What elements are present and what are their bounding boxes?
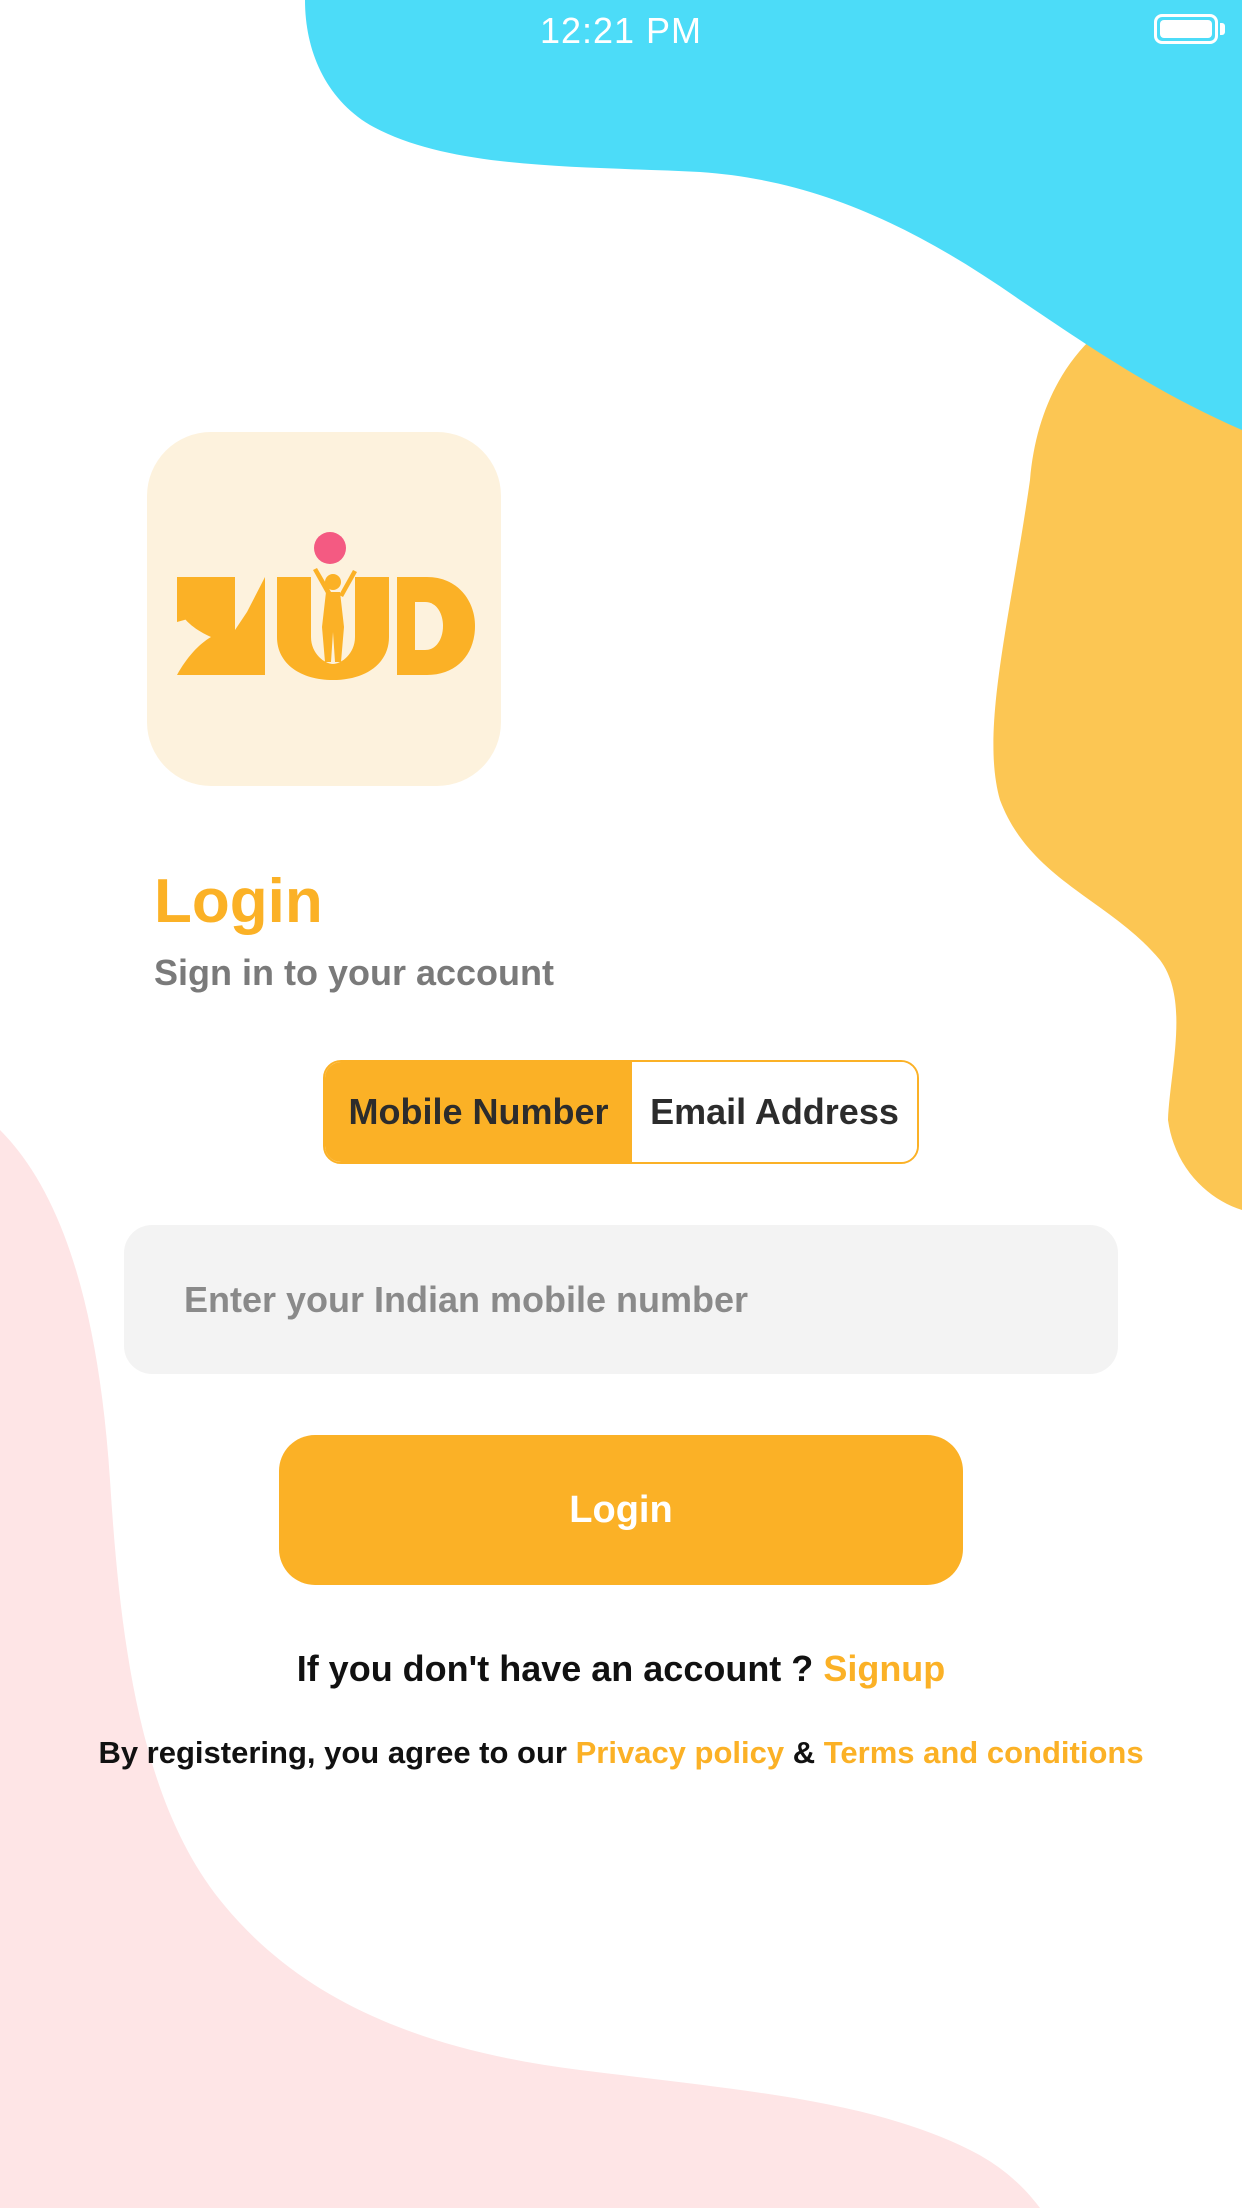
page-title: Login bbox=[154, 867, 323, 936]
tab-email-address[interactable]: Email Address bbox=[632, 1062, 917, 1162]
terms-ampersand: & bbox=[792, 1735, 816, 1770]
terms-prefix-text: By registering, you agree to our bbox=[98, 1735, 567, 1770]
login-button[interactable]: Login bbox=[279, 1435, 963, 1585]
status-time: 12:21 PM bbox=[539, 10, 703, 51]
terms-and-conditions-link[interactable]: Terms and conditions bbox=[824, 1735, 1144, 1770]
privacy-policy-link[interactable]: Privacy policy bbox=[576, 1735, 785, 1770]
status-bar: 12:21 PM bbox=[0, 0, 1242, 62]
battery-icon bbox=[1154, 14, 1218, 44]
tab-mobile-number[interactable]: Mobile Number bbox=[325, 1062, 632, 1162]
battery-fill bbox=[1160, 20, 1212, 38]
terms-line: By registering, you agree to our Privacy… bbox=[0, 1735, 1242, 1771]
signup-prompt-text: If you don't have an account ? bbox=[296, 1648, 814, 1689]
ball-dot bbox=[314, 532, 346, 564]
app-logo bbox=[147, 432, 501, 786]
login-method-toggle: Mobile Number Email Address bbox=[323, 1060, 919, 1164]
page-subtitle: Sign in to your account bbox=[154, 952, 555, 993]
signup-link[interactable]: Signup bbox=[823, 1648, 945, 1689]
yellow-blob bbox=[993, 289, 1242, 1210]
mobile-number-input[interactable] bbox=[124, 1225, 1118, 1374]
child-with-ball-logo-icon bbox=[177, 532, 475, 680]
battery-tip bbox=[1220, 23, 1225, 35]
signup-prompt-line: If you don't have an account ? Signup bbox=[0, 1648, 1242, 1690]
